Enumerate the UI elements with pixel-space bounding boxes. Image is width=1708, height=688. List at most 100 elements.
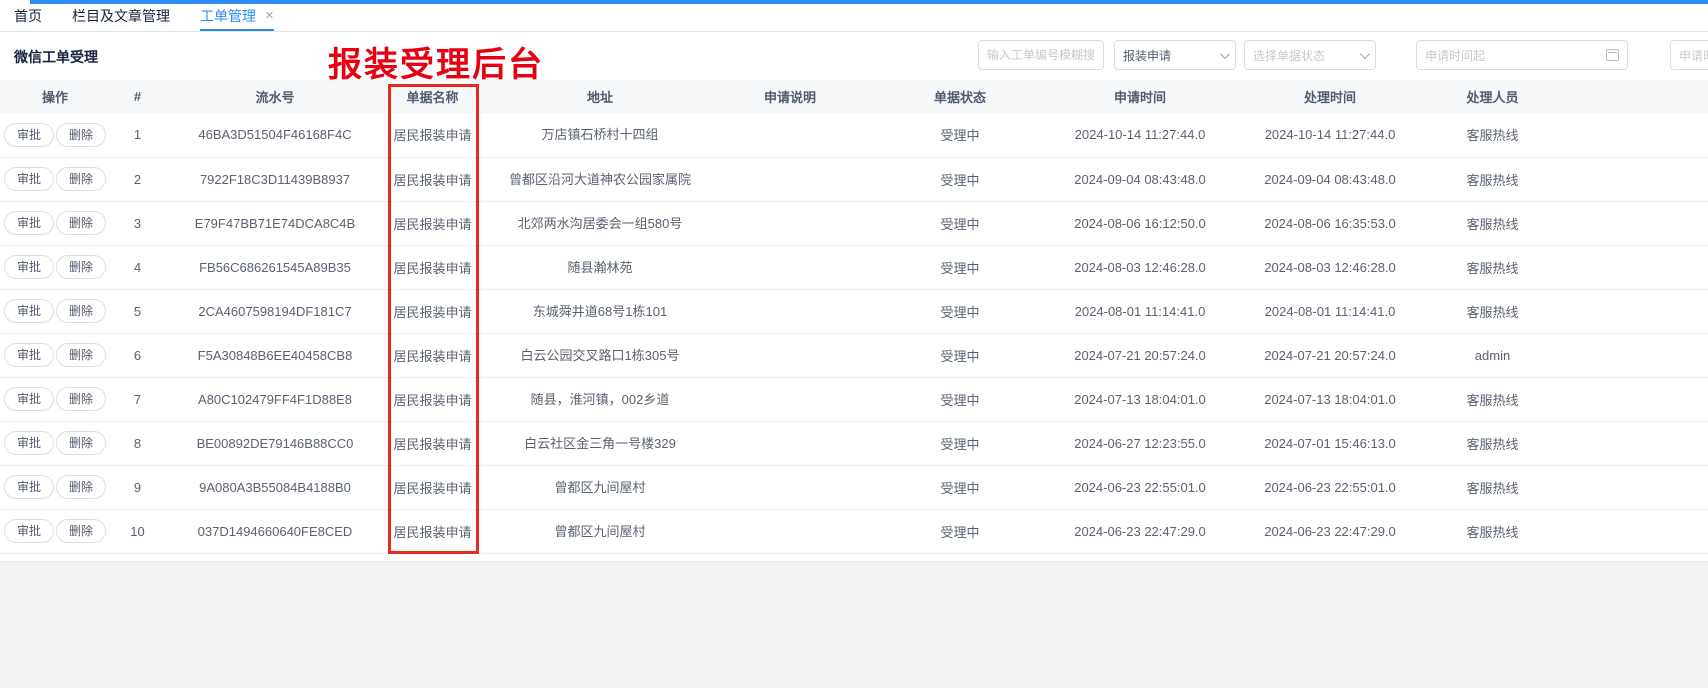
cell-row-index: 6 <box>110 333 165 377</box>
delete-button[interactable]: 删除 <box>56 387 106 411</box>
cell-actions: 审批删除 <box>0 245 110 289</box>
date-end-input[interactable]: 申请时间止 <box>1670 40 1708 70</box>
cell-doc-name: 居民报装申请 <box>385 377 480 421</box>
cell-serial: 7922F18C3D11439B8937 <box>165 157 385 201</box>
type-select-value: 报装申请 <box>1123 47 1171 64</box>
approve-button[interactable]: 审批 <box>4 431 54 455</box>
cell-doc-name: 居民报装申请 <box>385 465 480 509</box>
cell-actions: 审批删除 <box>0 333 110 377</box>
cell-handler: 客服热线 <box>1440 157 1545 201</box>
cell-doc-name: 居民报装申请 <box>385 421 480 465</box>
cell-apply-time: 2024-06-23 22:55:01.0 <box>1060 465 1220 509</box>
cell-filler <box>1545 509 1708 553</box>
cell-status: 受理中 <box>860 157 1060 201</box>
approve-button[interactable]: 审批 <box>4 123 54 147</box>
cell-handler: 客服热线 <box>1440 201 1545 245</box>
cell-filler <box>1545 465 1708 509</box>
status-select-placeholder: 选择单据状态 <box>1253 47 1325 64</box>
cell-description <box>720 421 860 465</box>
cell-serial: FB56C686261545A89B35 <box>165 245 385 289</box>
delete-button[interactable]: 删除 <box>56 299 106 323</box>
tab-home[interactable]: 首页 <box>14 0 42 31</box>
close-icon[interactable]: × <box>265 8 274 23</box>
cell-serial: F5A30848B6EE40458CB8 <box>165 333 385 377</box>
red-annotation-text: 报装受理后台 <box>328 37 544 86</box>
delete-button[interactable]: 删除 <box>56 343 106 367</box>
cell-description <box>720 333 860 377</box>
cell-apply-time: 2024-06-27 12:23:55.0 <box>1060 421 1220 465</box>
cell-status: 受理中 <box>860 245 1060 289</box>
cell-description <box>720 113 860 157</box>
cell-filler <box>1545 113 1708 157</box>
approve-button[interactable]: 审批 <box>4 167 54 191</box>
order-search-input[interactable] <box>978 40 1104 70</box>
cell-apply-time: 2024-10-14 11:27:44.0 <box>1060 113 1220 157</box>
column-header: 申请时间 <box>1060 80 1220 113</box>
delete-button[interactable]: 删除 <box>56 475 106 499</box>
cell-address: 白云公园交叉路口1栋305号 <box>480 333 720 377</box>
approve-button[interactable]: 审批 <box>4 475 54 499</box>
chevron-down-icon <box>1360 49 1370 59</box>
tab-home-label: 首页 <box>14 6 42 26</box>
cell-status: 受理中 <box>860 289 1060 333</box>
delete-button[interactable]: 删除 <box>56 167 106 191</box>
cell-handler: 客服热线 <box>1440 465 1545 509</box>
cell-filler <box>1545 201 1708 245</box>
status-select[interactable]: 选择单据状态 <box>1244 40 1376 70</box>
cell-row-index: 8 <box>110 421 165 465</box>
table-header-row: 操作#流水号单据名称地址申请说明单据状态申请时间处理时间处理人员 <box>0 80 1708 113</box>
table-row: 审批删除10037D1494660640FE8CED居民报装申请曾都区九间屋村受… <box>0 509 1708 553</box>
delete-button[interactable]: 删除 <box>56 519 106 543</box>
delete-button[interactable]: 删除 <box>56 211 106 235</box>
cell-actions: 审批删除 <box>0 289 110 333</box>
approve-button[interactable]: 审批 <box>4 255 54 279</box>
tab-work-orders-label: 工单管理 <box>200 6 256 26</box>
cell-serial: 9A080A3B55084B4188B0 <box>165 465 385 509</box>
cell-description <box>720 245 860 289</box>
type-select[interactable]: 报装申请 <box>1114 40 1236 70</box>
cell-handler: 客服热线 <box>1440 245 1545 289</box>
cell-actions: 审批删除 <box>0 113 110 157</box>
table-row: 审批删除4FB56C686261545A89B35居民报装申请随县瀚林苑受理中2… <box>0 245 1708 289</box>
cell-handler: 客服热线 <box>1440 289 1545 333</box>
tab-work-orders[interactable]: 工单管理 × <box>200 0 274 31</box>
cell-description <box>720 377 860 421</box>
cell-row-index: 10 <box>110 509 165 553</box>
cell-serial: E79F47BB71E74DCA8C4B <box>165 201 385 245</box>
cell-row-index: 3 <box>110 201 165 245</box>
approve-button[interactable]: 审批 <box>4 299 54 323</box>
loading-bar <box>30 0 1708 4</box>
delete-button[interactable]: 删除 <box>56 431 106 455</box>
cell-status: 受理中 <box>860 201 1060 245</box>
delete-button[interactable]: 删除 <box>56 255 106 279</box>
cell-doc-name: 居民报装申请 <box>385 157 480 201</box>
approve-button[interactable]: 审批 <box>4 519 54 543</box>
cell-actions: 审批删除 <box>0 421 110 465</box>
column-header: 操作 <box>0 80 110 113</box>
column-header-filler <box>1545 80 1708 113</box>
approve-button[interactable]: 审批 <box>4 387 54 411</box>
approve-button[interactable]: 审批 <box>4 343 54 367</box>
tab-articles-management[interactable]: 栏目及文章管理 <box>72 0 170 31</box>
date-start-input[interactable]: 申请时间起 <box>1416 40 1628 70</box>
cell-process-time: 2024-06-23 22:47:29.0 <box>1220 509 1440 553</box>
cell-process-time: 2024-09-04 08:43:48.0 <box>1220 157 1440 201</box>
cell-apply-time: 2024-06-23 22:47:29.0 <box>1060 509 1220 553</box>
cell-row-index: 2 <box>110 157 165 201</box>
delete-button[interactable]: 删除 <box>56 123 106 147</box>
cell-filler <box>1545 421 1708 465</box>
cell-row-index: 5 <box>110 289 165 333</box>
cell-address: 曾都区沿河大道神农公园家属院 <box>480 157 720 201</box>
cell-serial: 2CA4607598194DF181C7 <box>165 289 385 333</box>
cell-doc-name: 居民报装申请 <box>385 509 480 553</box>
cell-status: 受理中 <box>860 465 1060 509</box>
cell-filler <box>1545 289 1708 333</box>
approve-button[interactable]: 审批 <box>4 211 54 235</box>
table-row: 审批删除146BA3D51504F46168F4C居民报装申请万店镇石桥村十四组… <box>0 113 1708 157</box>
filter-bar: 报装申请 选择单据状态 申请时间起 申请时间止 <box>978 40 1708 70</box>
date-start-placeholder: 申请时间起 <box>1425 47 1485 64</box>
cell-process-time: 2024-07-21 20:57:24.0 <box>1220 333 1440 377</box>
cell-filler <box>1545 377 1708 421</box>
cell-description <box>720 201 860 245</box>
cell-description <box>720 509 860 553</box>
